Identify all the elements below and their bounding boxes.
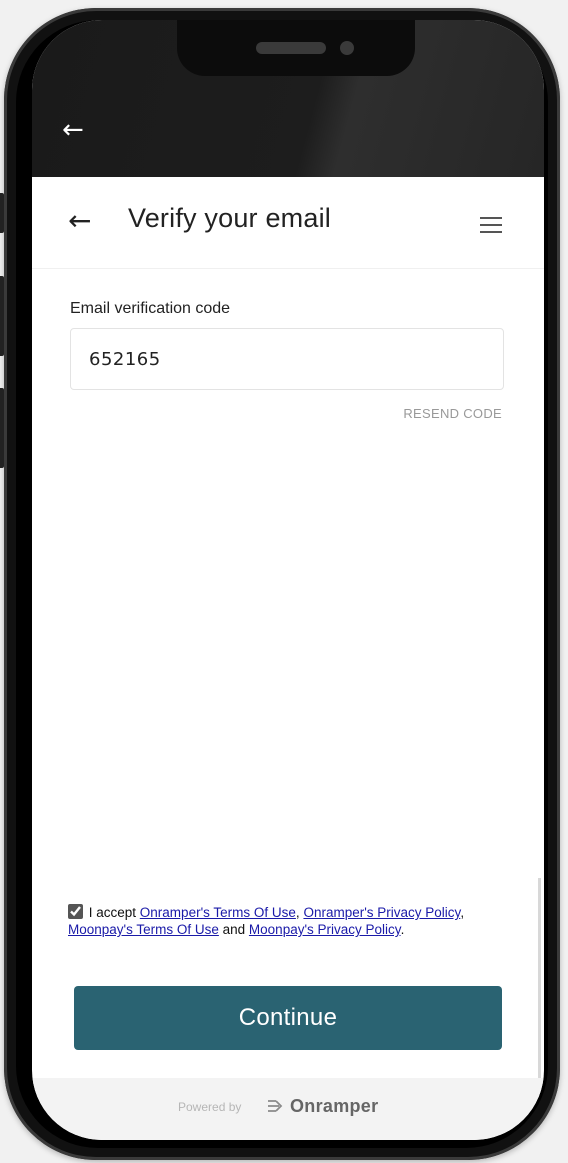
scrollbar[interactable] [538,878,541,1108]
terms-consent: I accept Onramper's Terms Of Use, Onramp… [68,904,508,938]
arrow-left-icon[interactable]: ← [68,205,100,237]
terms-suffix: . [400,922,405,937]
terms-separator: and [218,922,249,937]
side-button [0,276,4,356]
verification-code-input[interactable] [70,328,504,390]
side-button [0,193,4,233]
onramper-privacy-link[interactable]: Onramper's Privacy Policy [303,905,460,920]
powered-by-text: Powered by [178,1100,242,1114]
arrow-left-icon[interactable]: ← [62,116,90,144]
footer: Powered by Onramper [32,1078,544,1140]
app-header: ← Verify your email [32,177,544,269]
side-button [0,388,4,468]
camera [340,41,354,55]
field-label: Email verification code [70,300,231,317]
top-bar: ← [32,20,544,177]
screen: ← ← Verify your email Email verification… [32,20,544,1140]
moonpay-privacy-link[interactable]: Moonpay's Privacy Policy [249,922,401,937]
terms-separator: , [460,905,465,920]
terms-checkbox[interactable] [68,904,83,919]
onramper-logo-icon [268,1100,283,1112]
continue-button[interactable]: Continue [74,986,502,1050]
moonpay-terms-link[interactable]: Moonpay's Terms Of Use [68,922,219,937]
terms-prefix: I accept [88,905,140,920]
onramper-terms-link[interactable]: Onramper's Terms Of Use [140,905,296,920]
hamburger-menu-icon[interactable] [480,217,502,233]
brand-name: Onramper [290,1096,379,1116]
page-title: Verify your email [128,203,331,233]
resend-code-link[interactable]: RESEND CODE [403,406,502,421]
speaker [256,42,326,54]
